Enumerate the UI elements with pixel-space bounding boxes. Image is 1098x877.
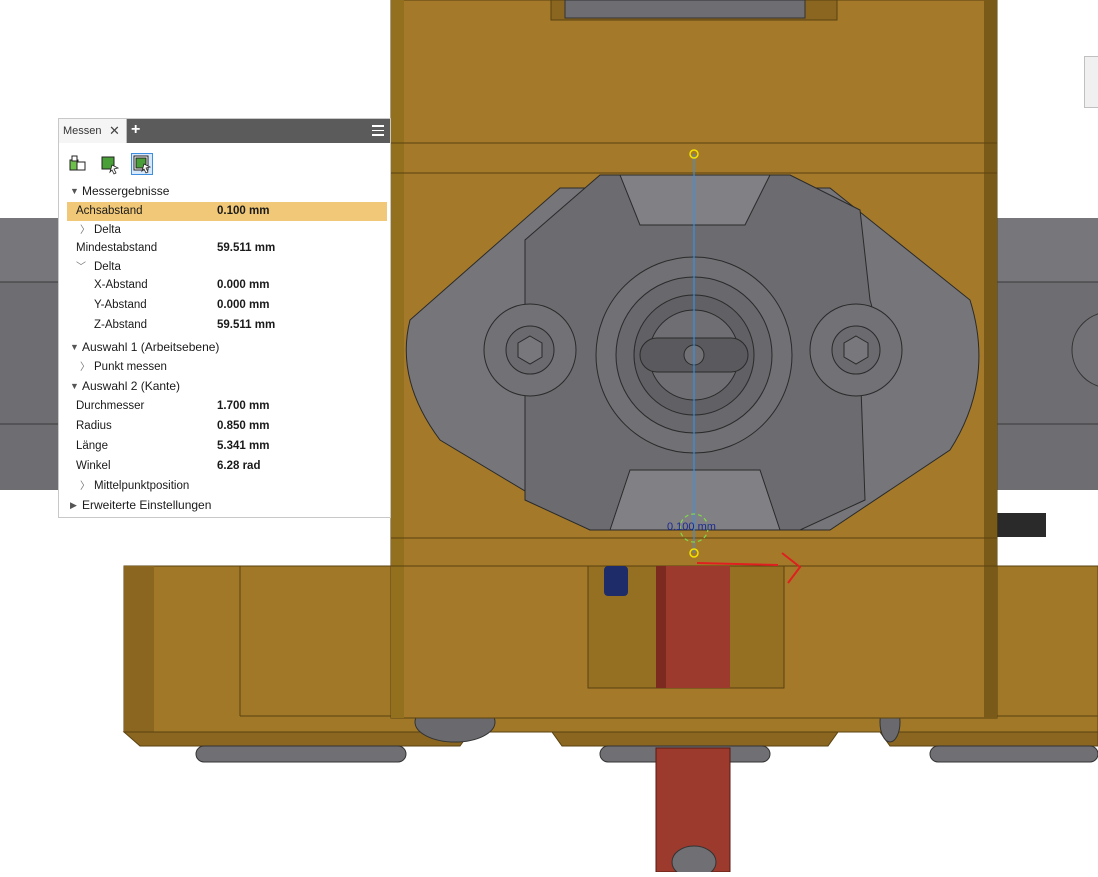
measure-face-icon[interactable] — [131, 153, 153, 175]
red-rod — [655, 747, 731, 877]
row-durchmesser[interactable]: Durchmesser 1.700 mm — [67, 397, 387, 416]
row-delta-collapsed[interactable]: 〉 Delta — [67, 221, 387, 240]
row-punkt-messen[interactable]: 〉 Punkt messen — [67, 358, 387, 377]
measure-panel: Messen ✕ + ▼ Messergebnisse Achsabstand … — [58, 118, 391, 518]
row-winkel[interactable]: Winkel 6.28 rad — [67, 457, 387, 476]
chevron-right-icon[interactable]: 〉 — [80, 477, 90, 496]
section-auswahl-2[interactable]: ▼ Auswahl 2 (Kante) — [67, 377, 387, 396]
row-achsabstand[interactable]: Achsabstand 0.100 mm — [67, 202, 387, 221]
dimension-label: 0.100 mm — [667, 521, 716, 533]
chevron-right-icon[interactable]: 〉 — [80, 221, 90, 240]
measure-component-icon[interactable] — [67, 153, 89, 175]
section-auswahl-1[interactable]: ▼ Auswahl 1 (Arbeitsebene) — [67, 338, 387, 357]
section-erweiterte-einstellungen[interactable]: ▶ Erweiterte Einstellungen — [67, 496, 387, 515]
tab-messen[interactable]: Messen ✕ — [59, 119, 127, 143]
row-x-abstand[interactable]: X-Abstand 0.000 mm — [67, 276, 387, 295]
expand-triangle-icon[interactable]: ▶ — [70, 496, 77, 515]
menu-icon[interactable] — [372, 125, 384, 136]
close-icon[interactable]: ✕ — [109, 123, 120, 139]
right-gray-block — [997, 218, 1098, 537]
section-messergebnisse[interactable]: ▼ Messergebnisse — [67, 182, 387, 201]
chevron-right-icon[interactable]: 〉 — [80, 358, 90, 377]
row-y-abstand[interactable]: Y-Abstand 0.000 mm — [67, 296, 387, 315]
viewcube-edge-button[interactable] — [1084, 56, 1098, 108]
collapse-triangle-icon[interactable]: ▼ — [70, 182, 79, 201]
collapse-triangle-icon[interactable]: ▼ — [70, 377, 79, 396]
row-mindestabstand[interactable]: Mindestabstand 59.511 mm — [67, 239, 387, 258]
row-mittelpunktposition[interactable]: 〉 Mittelpunktposition — [67, 477, 387, 496]
row-radius[interactable]: Radius 0.850 mm — [67, 417, 387, 436]
left-gray-block — [0, 218, 60, 490]
panel-tabbar: Messen ✕ + — [59, 119, 390, 143]
measure-part-icon[interactable] — [99, 153, 121, 175]
tab-label: Messen — [63, 125, 102, 137]
collapse-triangle-icon[interactable]: ▼ — [70, 338, 79, 357]
row-delta-expanded[interactable]: ﹀ Delta — [67, 258, 387, 277]
add-tab-icon[interactable]: + — [131, 121, 140, 139]
row-laenge[interactable]: Länge 5.341 mm — [67, 437, 387, 456]
chevron-down-icon[interactable]: ﹀ — [76, 258, 86, 277]
row-z-abstand[interactable]: Z-Abstand 59.511 mm — [67, 316, 387, 335]
